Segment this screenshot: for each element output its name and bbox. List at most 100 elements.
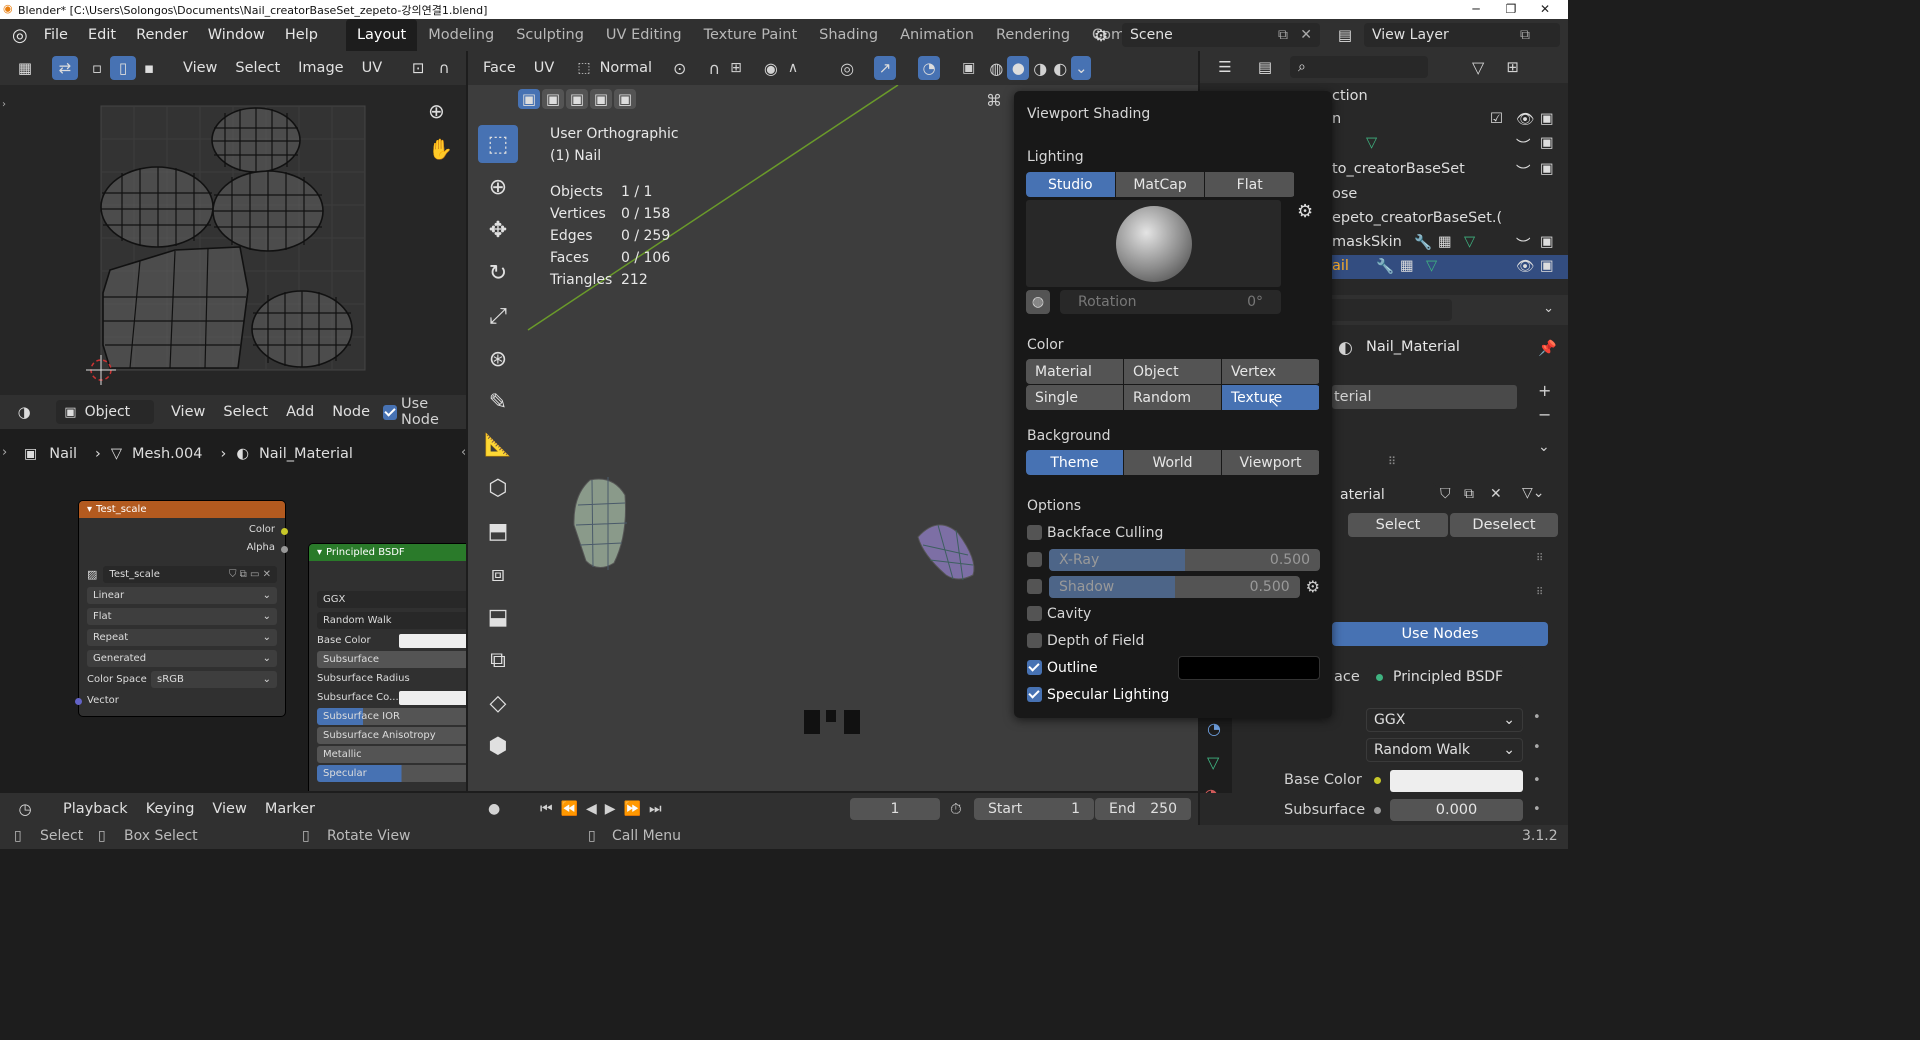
timeline-menu-marker[interactable]: Marker bbox=[256, 801, 324, 817]
subsurface-color-swatch[interactable] bbox=[399, 690, 466, 705]
close-button[interactable]: ✕ bbox=[1522, 0, 1568, 19]
object-shader-dropdown[interactable]: ▣ Object bbox=[56, 400, 154, 424]
source-dropdown[interactable]: Generated ⌄ bbox=[87, 650, 277, 667]
falloff-icon[interactable]: ∧ bbox=[788, 60, 798, 76]
end-frame-field[interactable]: End 250 bbox=[1095, 798, 1191, 820]
color-vertex-button[interactable]: Vertex bbox=[1222, 359, 1319, 384]
resize-handle-icon[interactable]: ⠿ bbox=[1388, 455, 1396, 468]
material-tab-icon[interactable]: ◕ bbox=[1204, 785, 1228, 804]
shading-popover-chevron-icon[interactable]: ⌄ bbox=[1071, 56, 1092, 80]
select-invert-icon[interactable]: ▣ bbox=[590, 89, 612, 109]
shadow-checkbox[interactable] bbox=[1027, 579, 1042, 594]
outliner-row-nail[interactable]: ail bbox=[1332, 258, 1349, 274]
slider-field[interactable]: Subsurface bbox=[317, 651, 466, 668]
hand-icon[interactable]: ✋ bbox=[428, 137, 453, 161]
use-nodes-checkbox[interactable] bbox=[383, 404, 398, 420]
outliner-row-armature[interactable]: epeto_creatorBaseSet.( bbox=[1332, 210, 1502, 226]
xray-checkbox[interactable] bbox=[1027, 552, 1042, 567]
cavity-row[interactable]: Cavity bbox=[1027, 600, 1091, 627]
color-space-dropdown[interactable]: sRGB ⌄ bbox=[151, 671, 277, 688]
tab-texture-paint[interactable]: Texture Paint bbox=[693, 19, 809, 51]
specular-lighting-row[interactable]: Specular Lighting bbox=[1027, 681, 1169, 708]
bsdf-input-row[interactable]: Metallic bbox=[309, 745, 466, 764]
vector-socket[interactable] bbox=[75, 698, 82, 705]
color-single-button[interactable]: Single bbox=[1026, 385, 1123, 410]
material-slot-list-item[interactable]: terial bbox=[1332, 385, 1517, 409]
cavity-checkbox[interactable] bbox=[1027, 606, 1042, 621]
keyframe-dot-icon[interactable]: • bbox=[1533, 773, 1541, 788]
lighting-studio-button[interactable]: Studio bbox=[1026, 172, 1115, 197]
pin-icon[interactable]: 📌 bbox=[1538, 339, 1557, 357]
base-color-swatch[interactable] bbox=[1390, 770, 1523, 792]
add-slot-icon[interactable]: + bbox=[1538, 381, 1551, 400]
distribution-row[interactable]: GGX bbox=[309, 589, 466, 610]
node-editor[interactable]: ▣ Nail › ▽ Mesh.004 › ◐ Nail_Material ▾ … bbox=[0, 429, 466, 791]
subsurface-value-field[interactable]: 0.000 bbox=[1390, 799, 1523, 821]
lighting-flat-button[interactable]: Flat bbox=[1205, 172, 1295, 197]
tab-modeling[interactable]: Modeling bbox=[417, 19, 505, 51]
edge-select-icon[interactable]: ▯ bbox=[110, 56, 136, 80]
dof-row[interactable]: Depth of Field bbox=[1027, 627, 1144, 654]
lighting-matcap-button[interactable]: MatCap bbox=[1115, 172, 1205, 197]
snap-magnet-icon[interactable]: ∩ bbox=[708, 59, 720, 78]
image-name-field[interactable]: Test_scale ⛉ ⧉ ▭ ✕ bbox=[103, 566, 277, 583]
backface-culling-row[interactable]: Backface Culling bbox=[1027, 519, 1163, 546]
properties-search[interactable] bbox=[1328, 299, 1452, 321]
bsdf-input-row[interactable]: Subsurface IOR bbox=[309, 707, 466, 726]
record-icon[interactable]: ● bbox=[488, 801, 500, 817]
rendered-shading-icon[interactable]: ◐ bbox=[1053, 59, 1067, 78]
transform-tool-icon[interactable]: ⊛ bbox=[478, 340, 518, 378]
sss-method-dropdown[interactable]: Random Walk ⌄ bbox=[1366, 738, 1523, 762]
select-button[interactable]: Select bbox=[1348, 513, 1448, 537]
dof-checkbox[interactable] bbox=[1027, 633, 1042, 648]
sidebar-toggle-icon[interactable]: ‹ bbox=[461, 445, 466, 460]
camera-icon[interactable]: ▣ bbox=[1540, 234, 1554, 250]
overlay-toggle-icon[interactable]: ◔ bbox=[918, 56, 941, 80]
playback-controls-icon[interactable]: ⏮⏪◀▶⏩⏭ bbox=[540, 801, 670, 817]
copy-layer-icon[interactable]: ⧉ bbox=[1520, 27, 1530, 43]
data-tab-icon[interactable]: ▽ bbox=[1207, 753, 1219, 772]
editor-type-icon[interactable]: ▦ bbox=[12, 56, 38, 80]
timeline-menu-playback[interactable]: Playback bbox=[54, 801, 137, 817]
bsdf-input-row[interactable]: Subsurface Radius bbox=[309, 669, 466, 688]
timeline-menu-view[interactable]: View bbox=[203, 801, 255, 817]
visibility-icon[interactable]: ◎ bbox=[840, 59, 854, 78]
timeline-editor-icon[interactable]: ◷ bbox=[12, 797, 38, 821]
alpha-socket[interactable] bbox=[281, 546, 288, 553]
select-intersect-icon[interactable]: ▣ bbox=[614, 89, 636, 109]
image-selector[interactable]: ▨ Test_scale ⛉ ⧉ ▭ ✕ bbox=[79, 564, 285, 585]
material-datablock-field[interactable]: aterial bbox=[1332, 483, 1436, 507]
bevel-tool-icon[interactable]: ⬓ bbox=[478, 598, 518, 636]
uv-menu-uv[interactable]: UV bbox=[353, 60, 392, 76]
display-mode-icon[interactable]: ▤ bbox=[1252, 55, 1278, 79]
wireframe-shading-icon[interactable]: ◍ bbox=[989, 59, 1003, 78]
copy-scene-icon[interactable]: ⧉ bbox=[1278, 27, 1288, 43]
xray-alpha-slider[interactable]: X-Ray 0.500 bbox=[1049, 548, 1320, 571]
outliner-row-collection[interactable]: n bbox=[1332, 111, 1341, 127]
collection-checkbox-icon[interactable]: ☑ bbox=[1490, 111, 1503, 127]
distribution-dropdown[interactable]: GGX ⌄ bbox=[1366, 708, 1523, 732]
delete-scene-icon[interactable]: ✕ bbox=[1300, 27, 1312, 43]
camera-icon[interactable]: ▣ bbox=[1540, 258, 1554, 274]
chevron-down-icon[interactable]: ⌄ bbox=[1543, 301, 1554, 316]
tab-rendering[interactable]: Rendering bbox=[985, 19, 1081, 51]
color-socket[interactable] bbox=[281, 528, 288, 535]
outliner-search-input[interactable]: ⌕ bbox=[1290, 56, 1428, 78]
orientation-dropdown[interactable]: Normal bbox=[591, 60, 661, 76]
snap-icon[interactable]: ∩ bbox=[431, 56, 457, 80]
pivot-point-icon[interactable]: ⊙ bbox=[673, 59, 686, 78]
extrude-tool-icon[interactable]: ⬒ bbox=[478, 512, 518, 550]
menu-edit[interactable]: Edit bbox=[78, 27, 126, 43]
use-nodes-button[interactable]: Use Nodes bbox=[1332, 622, 1548, 646]
background-viewport-button[interactable]: Viewport bbox=[1222, 450, 1319, 475]
measure-tool-icon[interactable]: 📐 bbox=[478, 426, 518, 464]
subsurface-socket[interactable] bbox=[1374, 807, 1381, 814]
select-box-tool-icon[interactable]: ⬚ bbox=[478, 125, 518, 163]
bsdf-input-row[interactable]: Subsurface bbox=[309, 650, 466, 669]
keyframe-dot-icon[interactable]: • bbox=[1533, 740, 1541, 755]
uv-menu-view[interactable]: View bbox=[174, 60, 226, 76]
outliner-row-maskskin[interactable]: maskSkin bbox=[1332, 234, 1402, 250]
blender-menu-icon[interactable]: ◎ bbox=[12, 25, 28, 46]
unlink-material-icon[interactable]: ✕ bbox=[1490, 486, 1502, 502]
surface-shader-field[interactable]: Principled BSDF bbox=[1368, 665, 1523, 689]
